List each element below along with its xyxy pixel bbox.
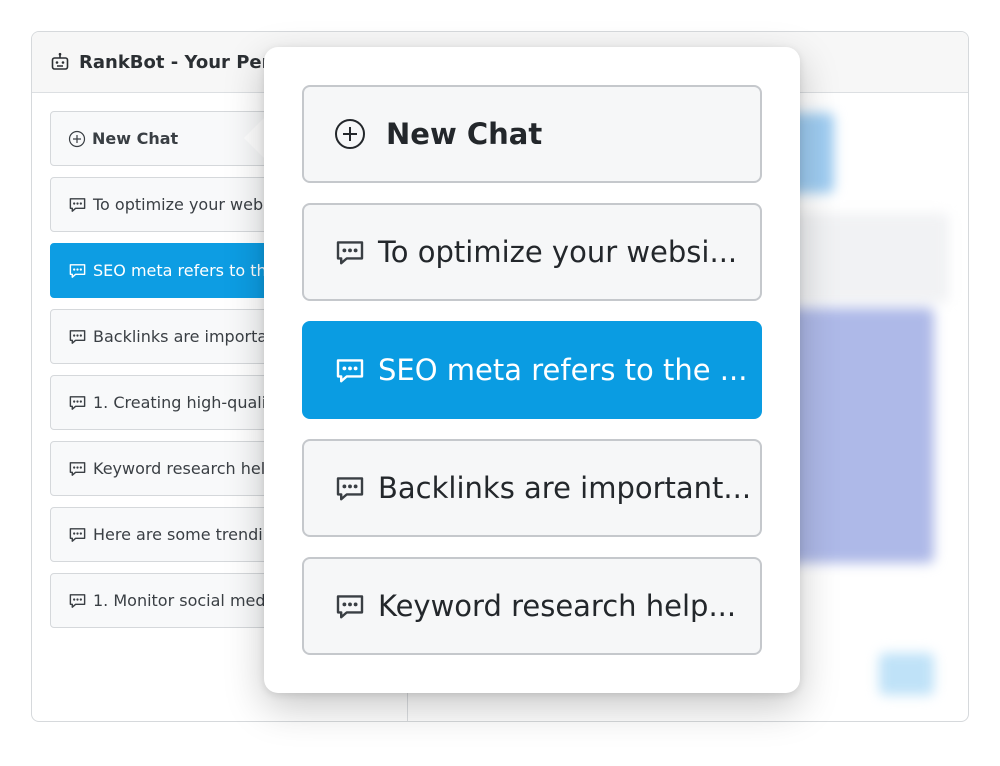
popover-chat-item[interactable]: To optimize your websi...: [302, 203, 762, 301]
chat-dots-icon: [68, 591, 87, 610]
app-title-text: RankBot - Your Perso: [79, 51, 294, 73]
app-title: RankBot - Your Perso: [50, 52, 294, 73]
chat-list-popover: New Chat To optimize your websi... SEO me…: [264, 47, 800, 693]
sidebar-chat-item-label: To optimize your webs: [93, 195, 272, 214]
popover-chat-item-label: To optimize your websi...: [378, 235, 738, 269]
chat-dots-icon: [68, 525, 87, 544]
chat-dots-icon: [68, 261, 87, 280]
sidebar-new-chat-label: New Chat: [92, 129, 179, 148]
popover-new-chat-label: New Chat: [386, 117, 543, 151]
popover-chat-item[interactable]: Keyword research help...: [302, 557, 762, 655]
send-button[interactable]: [879, 653, 934, 695]
sidebar-chat-item-label: Here are some trendin: [93, 525, 273, 544]
sidebar-chat-item-label: Backlinks are importan: [93, 327, 278, 346]
chat-dots-icon: [334, 590, 366, 622]
popover-chat-item[interactable]: SEO meta refers to the ...: [302, 321, 762, 419]
chat-dots-icon: [68, 459, 87, 478]
popover-arrow: [244, 116, 266, 160]
plus-circle-icon: [68, 130, 86, 148]
popover-chat-item-label: SEO meta refers to the ...: [378, 353, 748, 387]
chat-dots-icon: [68, 393, 87, 412]
sidebar-chat-item-label: SEO meta refers to the: [93, 261, 277, 280]
chat-dots-icon: [334, 236, 366, 268]
chat-dots-icon: [68, 327, 87, 346]
sidebar-chat-item-label: Keyword research help: [93, 459, 276, 478]
chat-dots-icon: [334, 472, 366, 504]
sidebar-chat-item-label: 1. Creating high-qualit: [93, 393, 273, 412]
popover-new-chat-button[interactable]: New Chat: [302, 85, 762, 183]
plus-circle-icon: [334, 118, 366, 150]
popover-chat-item-label: Keyword research help...: [378, 589, 737, 623]
popover-chat-item-label: Backlinks are important...: [378, 471, 752, 505]
sidebar-chat-item-label: 1. Monitor social medi: [93, 591, 270, 610]
chat-dots-icon: [68, 195, 87, 214]
popover-chat-list: New Chat To optimize your websi... SEO me…: [302, 85, 762, 675]
robot-icon: [50, 52, 70, 72]
popover-chat-item[interactable]: Backlinks are important...: [302, 439, 762, 537]
chat-dots-icon: [334, 354, 366, 386]
